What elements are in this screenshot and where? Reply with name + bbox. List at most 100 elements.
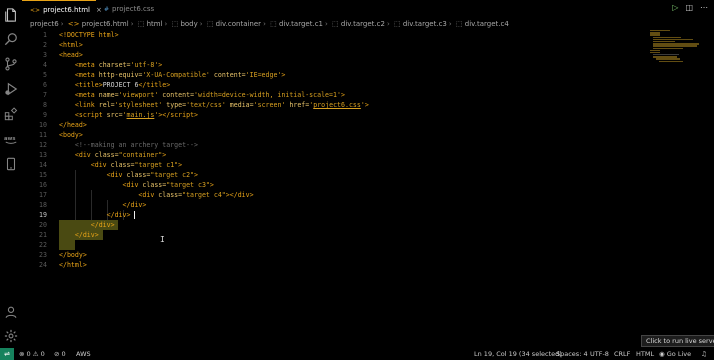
code-line[interactable]: </head> [59, 120, 659, 130]
error-icon: ⊗ [19, 350, 25, 358]
code-line[interactable]: <meta name='viewport' content='width=dev… [59, 90, 659, 100]
language-mode[interactable]: HTML [636, 348, 654, 360]
code-line[interactable]: </div> [59, 220, 659, 230]
text-cursor-icon: I [160, 235, 165, 244]
code-line[interactable]: <script src='main.js'></script> [59, 110, 659, 120]
aws-icon[interactable]: aws [4, 132, 18, 146]
line-number: 15 [39, 171, 47, 179]
source-control-icon[interactable] [4, 57, 18, 71]
line-number: 11 [39, 131, 47, 139]
remote-indicator-icon[interactable]: ⇌ [0, 348, 14, 360]
tab-project6-html[interactable]: <> project6.html × [22, 0, 102, 18]
code-line[interactable]: </html> [59, 260, 659, 270]
minimap[interactable] [650, 30, 700, 70]
extensions-icon[interactable] [4, 107, 18, 121]
ports-status[interactable]: ⊘ 0 [54, 348, 66, 360]
tab-project6-css[interactable]: # project6.css [96, 0, 162, 18]
split-editor-icon[interactable]: ◫ [685, 3, 693, 12]
code-area[interactable]: <!DOCTYPE html> <html> <head> <meta charse… [59, 30, 659, 270]
svg-text:aws: aws [4, 136, 16, 142]
breadcrumb-item[interactable]: project6 [30, 20, 59, 28]
go-live-label: Go Live [666, 350, 692, 358]
line-number-gutter: 1 2 3 4 5 6 7 8 9 10 11 12 13 14 15 16 17 18 19 20 21 22 23 24 [22, 30, 47, 270]
search-icon[interactable] [4, 32, 18, 46]
breadcrumb: project6 › <> project6.html › ⬚ html › ⬚ bo… [30, 20, 509, 28]
encoding-status[interactable]: UTF-8 [590, 348, 609, 360]
code-line[interactable]: </div> [59, 200, 659, 210]
code-line[interactable]: <title>PROJECT 6</title> [59, 80, 659, 90]
breadcrumb-item[interactable]: project6.html [82, 20, 129, 28]
remote-device-icon[interactable] [4, 157, 18, 171]
errors-count: 0 [26, 350, 31, 358]
code-line[interactable]: </body> [59, 250, 659, 260]
settings-gear-icon[interactable] [4, 329, 18, 343]
element-icon: ⬚ [171, 20, 179, 28]
run-icon[interactable]: ▷ [672, 3, 678, 12]
line-number: 9 [43, 111, 47, 119]
element-icon: ⬚ [137, 20, 145, 28]
line-number: 16 [39, 181, 47, 189]
tab-label: project6.css [112, 5, 155, 13]
code-line[interactable]: <div class="target c1"> [59, 160, 659, 170]
line-number: 2 [43, 41, 47, 49]
css-file-icon: # [104, 6, 110, 13]
code-line[interactable]: <div class="target c3"> [59, 180, 659, 190]
aws-status[interactable]: AWS [76, 348, 91, 360]
line-number: 19 [39, 211, 47, 219]
line-number: 12 [39, 141, 47, 149]
status-bar: ⇌ ⊗ 0 ⚠ 0 ⊘ 0 AWS Ln 19, Col 19 (34 sele… [0, 348, 714, 360]
line-number: 18 [39, 201, 47, 209]
code-line[interactable]: <body> [59, 130, 659, 140]
line-number: 21 [39, 231, 47, 239]
code-line[interactable]: <meta http-equiv='X-UA-Compatible' conte… [59, 70, 659, 80]
breadcrumb-item[interactable]: div.target.c1 [279, 20, 323, 28]
code-line[interactable]: </div> [59, 210, 659, 220]
code-line[interactable]: </div> [59, 230, 659, 240]
explorer-icon[interactable] [4, 8, 18, 22]
line-number: 22 [39, 241, 47, 249]
editor-actions: ▷ ◫ ⋯ [665, 3, 708, 12]
breadcrumb-item[interactable]: div.container [216, 20, 261, 28]
warnings-count: 0 [40, 350, 45, 358]
line-number: 20 [39, 221, 47, 229]
broadcast-icon: ◉ [659, 350, 665, 358]
code-line[interactable]: <meta charset='utf-8'> [59, 60, 659, 70]
line-number: 6 [43, 81, 47, 89]
code-line[interactable]: <!DOCTYPE html> [59, 30, 659, 40]
code-line[interactable]: <div class="target c2"> [59, 170, 659, 180]
indentation-status[interactable]: Spaces: 4 [556, 348, 588, 360]
breadcrumb-item[interactable]: body [180, 20, 197, 28]
code-line[interactable]: <html> [59, 40, 659, 50]
code-line[interactable]: <div class="container"> [59, 150, 659, 160]
go-live-button[interactable]: ◉ Go Live [659, 348, 691, 360]
eol-status[interactable]: CRLF [614, 348, 630, 360]
notifications-bell-icon[interactable]: ♫ [701, 348, 707, 360]
more-actions-icon[interactable]: ⋯ [700, 3, 708, 12]
line-number: 14 [39, 161, 47, 169]
element-icon: ⬚ [206, 20, 214, 28]
errors-status[interactable]: ⊗ 0 ⚠ 0 [19, 348, 45, 360]
breadcrumb-item[interactable]: div.target.c3 [403, 20, 447, 28]
code-line[interactable]: <link rel='stylesheet' type='text/css' m… [59, 100, 659, 110]
breadcrumb-item[interactable]: div.target.c2 [341, 20, 385, 28]
code-line[interactable]: <!--making an archery target--> [59, 140, 659, 150]
code-editor[interactable]: 1 2 3 4 5 6 7 8 9 10 11 12 13 14 15 16 17 18 19 20 21 22 23 24 … [22, 30, 714, 348]
code-line[interactable] [59, 240, 659, 250]
line-number: 13 [39, 151, 47, 159]
editor-tab-bar: <> project6.html × # project6.css ▷ ◫ ⋯ [22, 0, 714, 18]
cursor-position[interactable]: Ln 19, Col 19 (34 selected) [474, 348, 562, 360]
html-file-icon: <> [30, 7, 41, 14]
line-number: 23 [39, 251, 47, 259]
breadcrumb-item[interactable]: div.target.c4 [465, 20, 509, 28]
code-line[interactable]: <head> [59, 50, 659, 60]
line-number: 1 [43, 31, 47, 39]
account-icon[interactable] [4, 305, 18, 319]
line-number: 17 [39, 191, 47, 199]
code-line[interactable]: <div class="target c4"></div> [59, 190, 659, 200]
run-debug-icon[interactable] [4, 82, 18, 96]
warning-icon: ⚠ [32, 350, 39, 358]
breadcrumb-item[interactable]: html [147, 20, 163, 28]
tab-label: project6.html [43, 6, 90, 14]
activity-bar: aws [0, 0, 22, 348]
line-number: 10 [39, 121, 47, 129]
